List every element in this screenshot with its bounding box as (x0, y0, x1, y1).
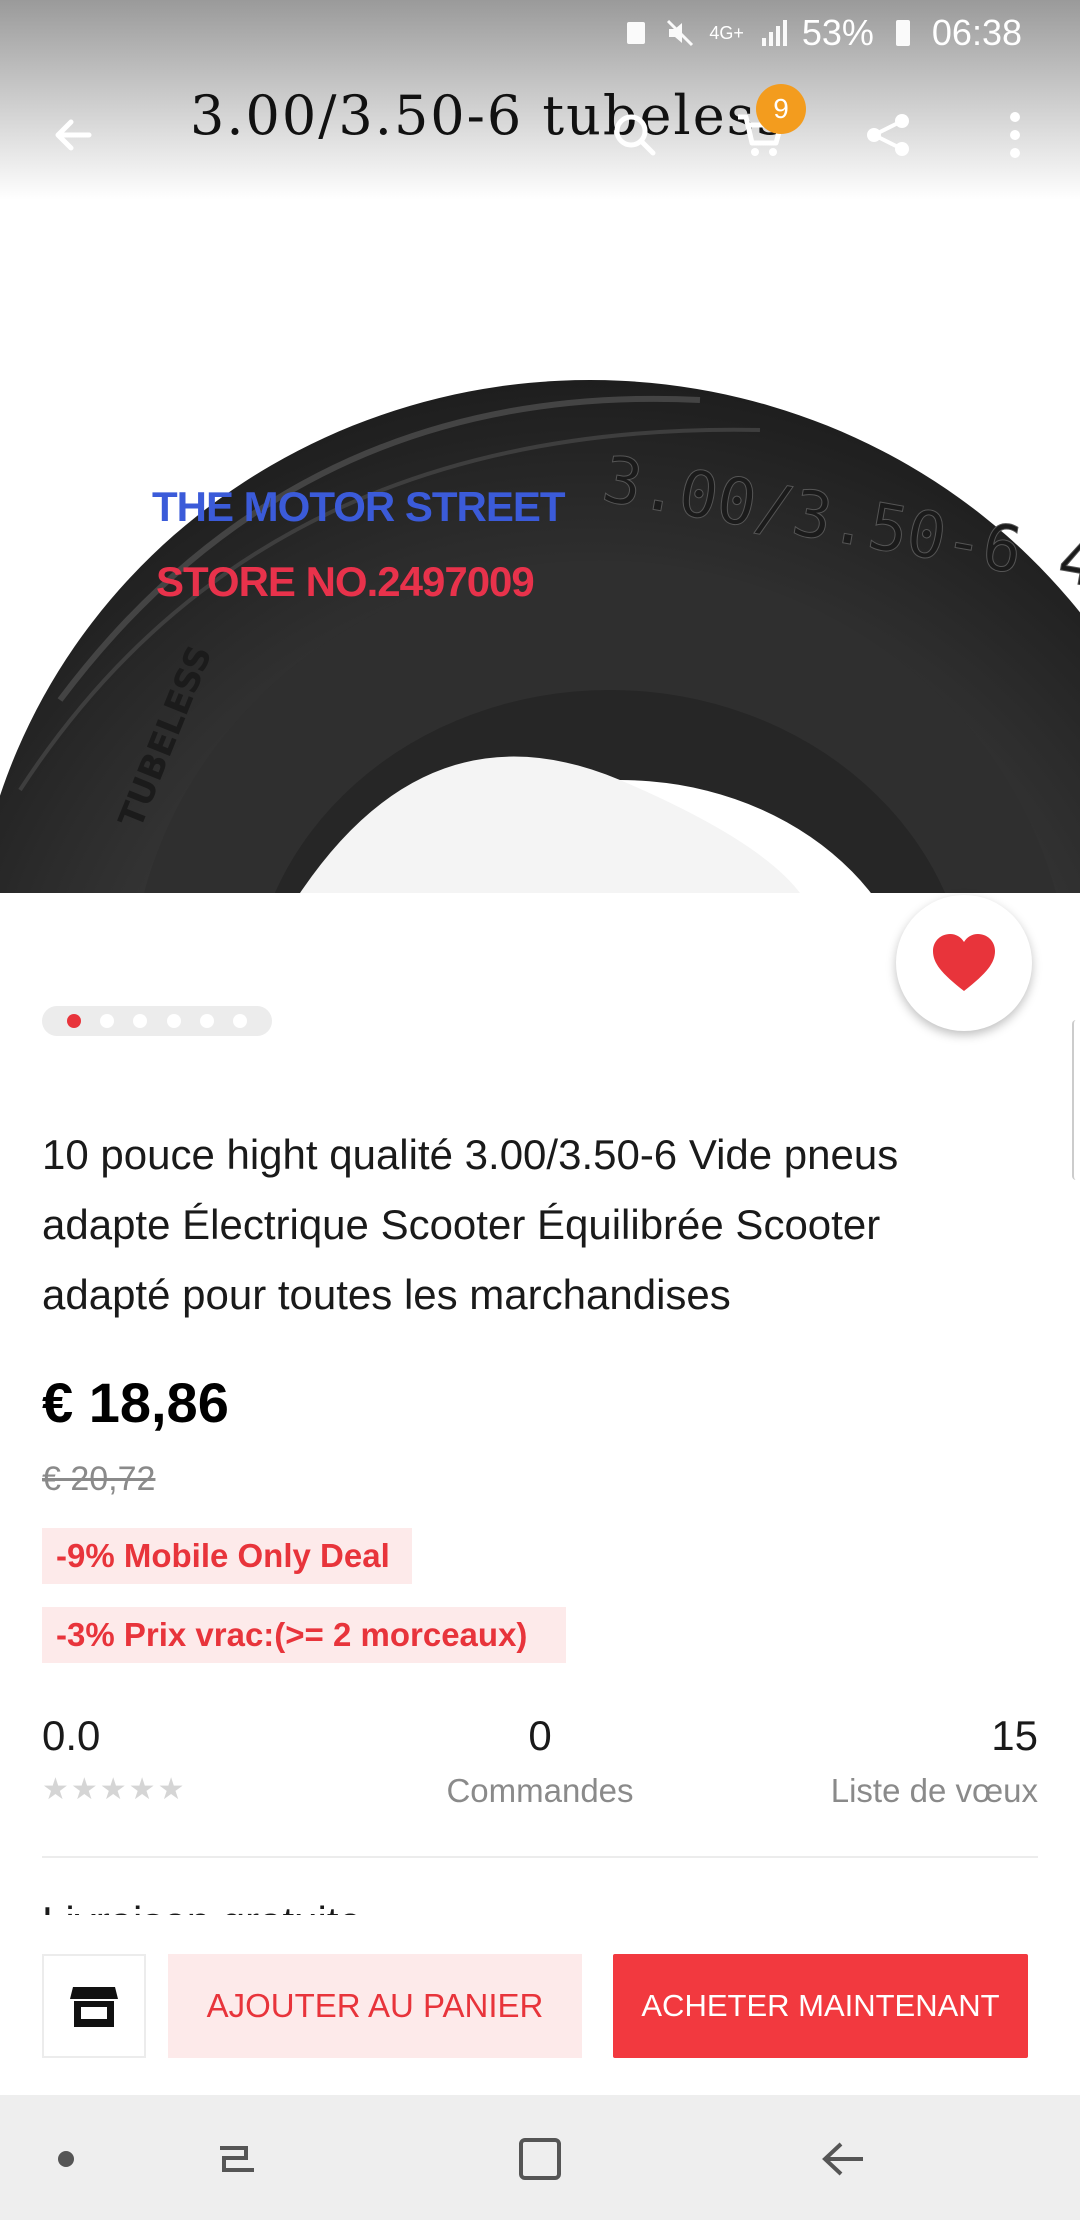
recents-button[interactable] (205, 2127, 269, 2191)
original-price: € 20,72 (42, 1460, 156, 1498)
bulk-price-badge[interactable]: -3% Prix vrac:(>= 2 morceaux) (42, 1607, 566, 1663)
rating-value: 0.0 (42, 1712, 101, 1759)
carousel-dot[interactable] (199, 1014, 214, 1028)
recents-icon (220, 2146, 254, 2172)
nav-dot-button[interactable] (34, 2127, 98, 2191)
favorite-button[interactable] (896, 895, 1032, 1031)
mobile-deal-badge[interactable]: -9% Mobile Only Deal (42, 1528, 412, 1584)
share-icon (867, 114, 909, 156)
dot-icon (58, 2151, 74, 2167)
bottom-action-bar: AJOUTER AU PANIER ACHETER MAINTENANT (0, 1915, 1080, 2095)
search-button[interactable] (600, 100, 670, 170)
rating-stars: ★★★★★ (42, 1773, 187, 1806)
share-button[interactable] (853, 100, 923, 170)
product-title: 10 pouce hight qualité 3.00/3.50-6 Vide … (42, 1131, 899, 1318)
search-icon (614, 114, 656, 156)
app-bar (0, 80, 1080, 190)
clock: 06:38 (931, 12, 1022, 53)
mute-icon (667, 19, 694, 47)
store-icon (70, 1987, 118, 2027)
watermark-store-name: THE MOTOR STREET (152, 483, 566, 530)
orders-label: Commandes (446, 1772, 634, 1809)
carousel-dot[interactable] (232, 1014, 247, 1028)
heart-icon (933, 934, 995, 991)
watermark-store-number: STORE NO.2497009 (156, 558, 535, 605)
storage-icon (627, 22, 646, 44)
arrow-left-icon (55, 119, 92, 151)
orders-count: 0 (528, 1712, 552, 1759)
edge-panel-handle[interactable] (1072, 1020, 1080, 1180)
more-options-button[interactable] (980, 100, 1050, 170)
buy-now-button[interactable]: ACHETER MAINTENANT (613, 1954, 1028, 2058)
back-arrow-icon (822, 2142, 863, 2176)
more-vert-icon (1010, 112, 1020, 158)
back-nav-button[interactable] (812, 2127, 876, 2191)
network-label: 4G+ (709, 22, 744, 43)
store-button[interactable] (42, 1954, 146, 2058)
add-to-cart-button[interactable]: AJOUTER AU PANIER (168, 1954, 582, 2058)
signal-icon (761, 20, 787, 46)
carousel-dot[interactable] (100, 1014, 115, 1028)
wishlist-count: 15 (991, 1712, 1038, 1759)
home-square-icon (519, 2138, 561, 2180)
carousel-dot[interactable] (133, 1014, 148, 1028)
cart-count-badge: 9 (756, 84, 806, 134)
home-button[interactable] (508, 2127, 572, 2191)
carousel-dot[interactable] (166, 1014, 181, 1028)
wishlist-label: Liste de vœux (830, 1772, 1038, 1809)
divider (42, 1856, 1038, 1858)
battery-percent: 53% (801, 12, 874, 53)
battery-icon (895, 20, 910, 46)
status-bar: 4G+ 53% 06:38 (0, 0, 1080, 66)
back-button[interactable] (38, 100, 108, 170)
image-carousel-indicator[interactable] (42, 1006, 272, 1036)
carousel-dot[interactable] (67, 1014, 82, 1028)
system-navigation-bar (0, 2095, 1080, 2220)
current-price: € 18,86 (42, 1371, 229, 1434)
